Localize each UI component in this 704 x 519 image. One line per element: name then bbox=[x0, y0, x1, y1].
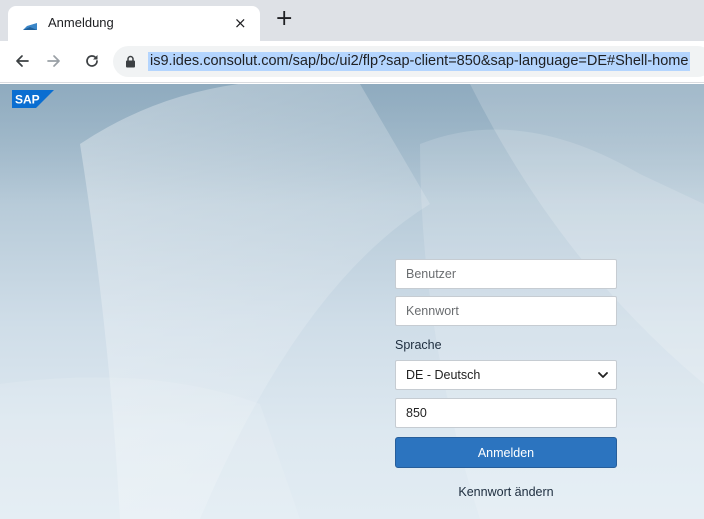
language-value: DE - Deutsch bbox=[406, 368, 481, 382]
browser-tab[interactable]: Anmeldung × bbox=[8, 6, 260, 41]
language-label: Sprache bbox=[395, 338, 442, 352]
reload-icon bbox=[86, 55, 98, 67]
tab-title: Anmeldung bbox=[48, 15, 114, 30]
lock-icon bbox=[126, 55, 135, 68]
change-password-link[interactable]: Kennwort ändern bbox=[395, 485, 617, 499]
address-bar[interactable]: is9.ides.consolut.com/sap/bc/ui2/flp?sap… bbox=[113, 46, 704, 77]
forward-button[interactable] bbox=[42, 49, 66, 73]
browser-tab-bar: Anmeldung × + bbox=[0, 0, 704, 41]
client-input[interactable] bbox=[395, 398, 617, 428]
sap-favicon-icon bbox=[23, 23, 37, 30]
login-button[interactable]: Anmelden bbox=[395, 437, 617, 468]
svg-text:SAP: SAP bbox=[15, 93, 40, 107]
sap-login-page: SAP Sprache DE - Deutsch Anmelden Kennwo… bbox=[0, 84, 704, 519]
back-button[interactable] bbox=[10, 49, 34, 73]
language-select[interactable]: DE - Deutsch bbox=[395, 360, 617, 390]
browser-toolbar: is9.ides.consolut.com/sap/bc/ui2/flp?sap… bbox=[0, 41, 704, 83]
new-tab-icon[interactable]: + bbox=[275, 8, 293, 30]
address-url[interactable]: is9.ides.consolut.com/sap/bc/ui2/flp?sap… bbox=[148, 52, 691, 71]
chevron-down-icon bbox=[598, 372, 608, 378]
arrow-left-icon bbox=[16, 55, 29, 67]
password-input[interactable] bbox=[395, 296, 617, 326]
arrow-right-icon bbox=[47, 55, 60, 67]
sap-logo: SAP bbox=[12, 90, 54, 108]
tab-close-icon[interactable]: × bbox=[234, 14, 247, 32]
reload-button[interactable] bbox=[80, 49, 104, 73]
username-input[interactable] bbox=[395, 259, 617, 289]
